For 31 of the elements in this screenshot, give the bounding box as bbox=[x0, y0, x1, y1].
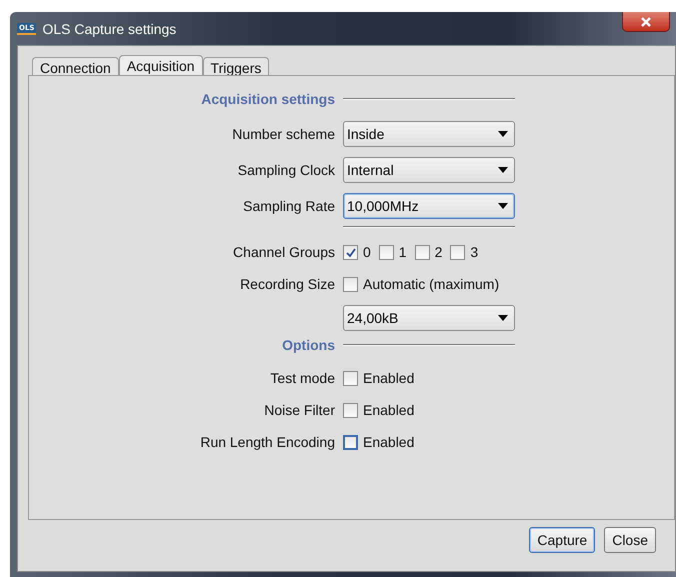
checkbox[interactable]: Enabled bbox=[343, 402, 414, 418]
caret-icon bbox=[498, 131, 508, 137]
dropdown[interactable]: 24,00kB bbox=[343, 305, 515, 331]
field-label: Sampling Rate bbox=[243, 198, 335, 214]
checkbox[interactable]: Automatic (maximum) bbox=[343, 276, 500, 292]
caret-icon bbox=[498, 167, 508, 173]
dropdown[interactable]: Inside bbox=[343, 121, 515, 147]
field-label: Number scheme bbox=[232, 126, 335, 142]
checkbox[interactable]: Enabled bbox=[343, 370, 414, 386]
section-heading: Options bbox=[282, 336, 335, 355]
dropdown[interactable]: Internal bbox=[343, 157, 515, 183]
field-label: Run Length Encoding bbox=[200, 434, 335, 450]
check-icon bbox=[346, 248, 356, 256]
caret-icon bbox=[498, 203, 508, 209]
field-label: Sampling Clock bbox=[238, 162, 335, 178]
close-button[interactable] bbox=[622, 12, 670, 32]
close-icon bbox=[640, 16, 652, 26]
section-heading: Acquisition settings bbox=[201, 90, 335, 109]
checkbox[interactable]: Enabled bbox=[343, 434, 414, 450]
field-label: Noise Filter bbox=[264, 402, 335, 418]
field-label: Recording Size bbox=[240, 276, 335, 292]
dialog-button[interactable]: Capture bbox=[529, 527, 596, 553]
tab[interactable]: Connection bbox=[32, 57, 119, 75]
dialog-button[interactable]: Close bbox=[604, 527, 656, 553]
caret-icon bbox=[498, 315, 508, 321]
window-title: OLS Capture settings bbox=[42, 20, 176, 36]
tab[interactable]: Acquisition bbox=[118, 55, 203, 75]
tab[interactable]: Triggers bbox=[202, 57, 270, 75]
field-label: Test mode bbox=[270, 370, 335, 386]
field-label: Channel Groups bbox=[233, 244, 335, 260]
dropdown[interactable]: 10,000MHz bbox=[343, 193, 515, 219]
